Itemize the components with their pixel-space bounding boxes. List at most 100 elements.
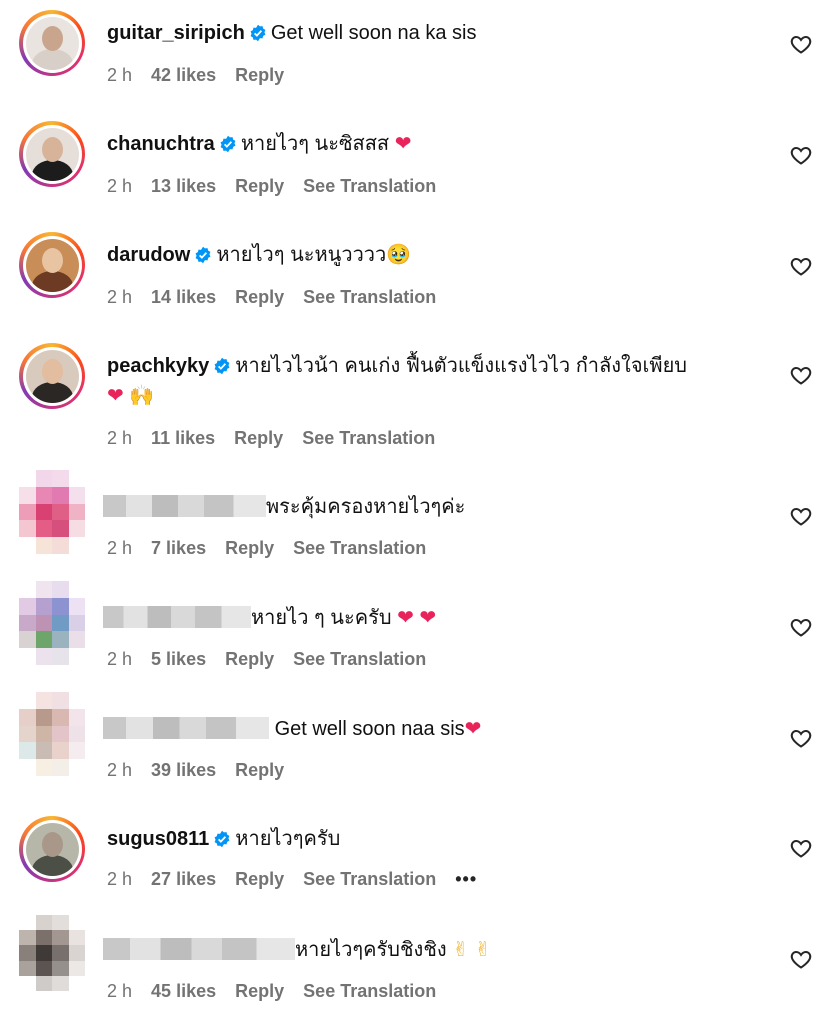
heart-outline-icon[interactable]: [788, 504, 814, 528]
comment-likes[interactable]: 45 likes: [151, 981, 216, 1001]
comment-meta: 2 h 5 likes Reply See Translation: [107, 648, 440, 670]
comment-likes[interactable]: 14 likes: [151, 287, 216, 307]
comment-text: หายไว ๆ นะครับ: [251, 607, 392, 629]
more-options-icon[interactable]: •••: [455, 869, 477, 889]
comment-time: 2 h: [107, 428, 133, 448]
raised-hands-emoji: 🙌: [129, 385, 155, 407]
comment-text: พระคุ้มครองหายไวๆค่ะ: [266, 496, 466, 518]
comment-line: peachkyky หายไวไวน้า คนเก่ง ฟื้นตัวแข็งแร…: [107, 351, 760, 411]
blurred-username: [103, 495, 266, 517]
comment-username[interactable]: chanuchtra: [107, 133, 215, 155]
heart-outline-icon[interactable]: [788, 254, 814, 278]
comment-meta: 2 h 45 likes Reply See Translation: [107, 980, 450, 1002]
avatar[interactable]: [19, 343, 85, 409]
heart-outline-icon[interactable]: [788, 32, 814, 56]
heart-outline-icon[interactable]: [788, 615, 814, 639]
verified-badge-icon: [250, 24, 266, 42]
avatar[interactable]: [19, 121, 85, 187]
comment-line: sugus0811 หายไวๆครับ: [107, 824, 760, 854]
emoji: 🥹: [386, 244, 412, 266]
blurred-username: [103, 717, 269, 739]
comment-likes[interactable]: 27 likes: [151, 869, 216, 889]
victory-hand-emoji: ✌ ✌: [452, 939, 492, 961]
comments-feed: guitar_siripich Get well soon na ka sis 2…: [0, 0, 820, 1014]
blurred-avatar: [19, 581, 85, 665]
heart-outline-icon[interactable]: [788, 726, 814, 750]
reply-button[interactable]: Reply: [235, 176, 284, 196]
heart-outline-icon[interactable]: [788, 836, 814, 860]
avatar[interactable]: [19, 915, 85, 999]
comment-text: หายไวๆ นะหนูวววว: [216, 244, 387, 266]
verified-badge-icon: [195, 246, 211, 264]
comment-text: หายไวไวน้า คนเก่ง ฟื้นตัวแข็งแรงไวไว กำล…: [235, 355, 687, 377]
reply-button[interactable]: Reply: [235, 287, 284, 307]
heart-outline-icon[interactable]: [788, 363, 814, 387]
heart-outline-icon[interactable]: [788, 143, 814, 167]
comment-text: หายไวๆครับ: [235, 828, 341, 850]
comment-time: 2 h: [107, 760, 133, 780]
comment-likes[interactable]: 5 likes: [151, 649, 206, 669]
heart-emoji: ❤: [107, 385, 124, 407]
heart-outline-icon[interactable]: [788, 947, 814, 971]
verified-badge-icon: [214, 357, 230, 375]
comment-likes[interactable]: 42 likes: [151, 65, 216, 85]
avatar[interactable]: [19, 470, 85, 554]
see-translation-button[interactable]: See Translation: [303, 981, 436, 1001]
avatar[interactable]: [19, 10, 85, 76]
blurred-avatar: [19, 692, 85, 776]
comment-username[interactable]: guitar_siripich: [107, 22, 245, 44]
blurred-avatar: [19, 915, 85, 991]
avatar[interactable]: [19, 692, 85, 776]
comment-likes[interactable]: 11 likes: [151, 428, 215, 448]
comment-likes[interactable]: 13 likes: [151, 176, 216, 196]
comment-meta: 2 h 14 likes Reply See Translation: [107, 286, 450, 308]
comment-meta: 2 h 27 likes Reply See Translation •••: [107, 868, 491, 890]
comment-username[interactable]: peachkyky: [107, 355, 209, 377]
comment-likes[interactable]: 39 likes: [151, 760, 216, 780]
blurred-avatar: [19, 470, 85, 554]
heart-emoji: ❤ ❤: [397, 607, 437, 629]
see-translation-button[interactable]: See Translation: [303, 176, 436, 196]
comment-time: 2 h: [107, 981, 133, 1001]
comment-meta: 2 h 11 likes Reply See Translation: [107, 427, 449, 449]
see-translation-button[interactable]: See Translation: [303, 287, 436, 307]
comment-time: 2 h: [107, 869, 133, 889]
reply-button[interactable]: Reply: [235, 869, 284, 889]
heart-emoji: ❤: [394, 133, 412, 155]
reply-button[interactable]: Reply: [235, 981, 284, 1001]
comment-line: guitar_siripich Get well soon na ka sis: [107, 18, 760, 48]
reply-button[interactable]: Reply: [225, 649, 274, 669]
comment-line: darudow หายไวๆ นะหนูวววว🥹: [107, 240, 760, 270]
avatar[interactable]: [19, 816, 85, 882]
see-translation-button[interactable]: See Translation: [293, 538, 426, 558]
reply-button[interactable]: Reply: [235, 760, 284, 780]
heart-emoji: ❤: [464, 718, 482, 740]
comment-text: Get well soon na ka sis: [270, 22, 477, 44]
reply-button[interactable]: Reply: [225, 538, 274, 558]
avatar[interactable]: [19, 581, 85, 665]
comment-line: พระคุ้มครองหายไวๆค่ะ: [103, 492, 760, 522]
comment-text: หายไวๆ นะซิสสส: [240, 133, 390, 155]
comment-username[interactable]: darudow: [107, 244, 190, 266]
comment-line: หายไวๆครับชิงชิง ✌ ✌: [103, 935, 760, 965]
see-translation-button[interactable]: See Translation: [302, 428, 435, 448]
blurred-username: [103, 938, 295, 960]
comment-likes[interactable]: 7 likes: [151, 538, 206, 558]
reply-button[interactable]: Reply: [234, 428, 283, 448]
comment-time: 2 h: [107, 538, 133, 558]
see-translation-button[interactable]: See Translation: [303, 869, 436, 889]
comment-time: 2 h: [107, 649, 133, 669]
blurred-username: [103, 606, 251, 628]
comment-meta: 2 h 13 likes Reply See Translation: [107, 175, 450, 197]
comment-text: Get well soon naa sis: [274, 718, 465, 740]
comment-line: Get well soon naa sis❤: [103, 714, 760, 744]
comment-time: 2 h: [107, 287, 133, 307]
verified-badge-icon: [214, 830, 230, 848]
comment-username[interactable]: sugus0811: [107, 828, 209, 850]
avatar[interactable]: [19, 232, 85, 298]
comment-text: หายไวๆครับชิงชิง: [295, 939, 447, 961]
see-translation-button[interactable]: See Translation: [293, 649, 426, 669]
reply-button[interactable]: Reply: [235, 65, 284, 85]
comment-time: 2 h: [107, 176, 133, 196]
comment-meta: 2 h 39 likes Reply: [107, 759, 298, 781]
